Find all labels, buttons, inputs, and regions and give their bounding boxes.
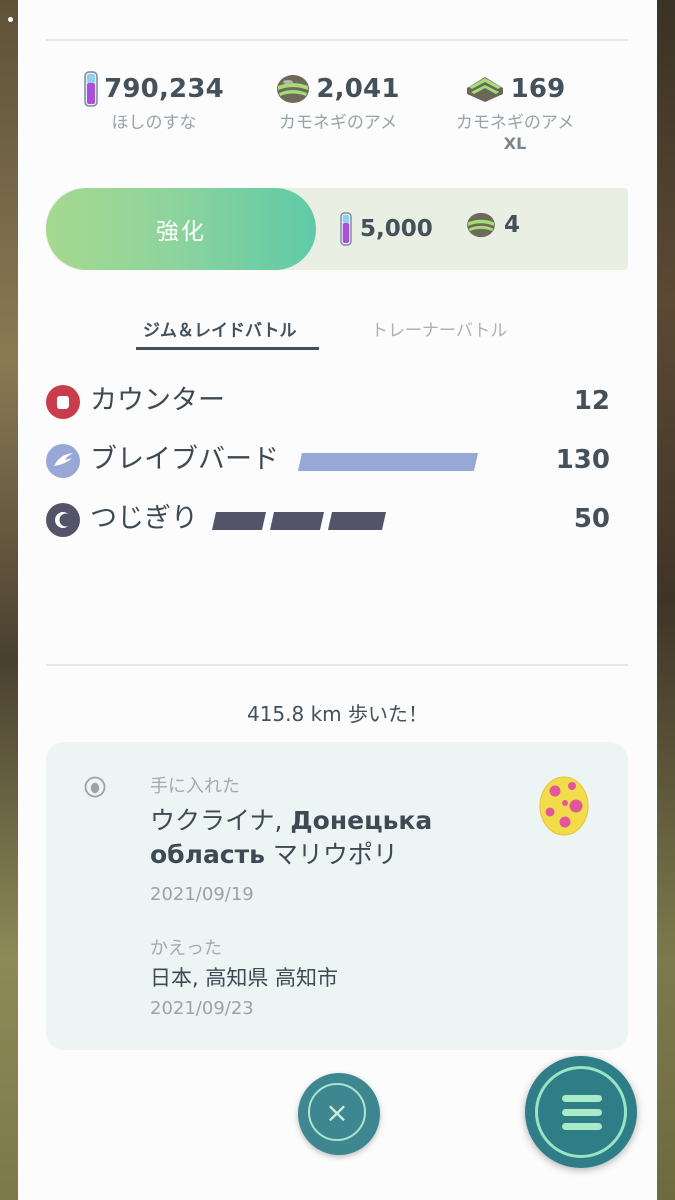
hatched-location: 日本, 高知県 高知市 (150, 966, 339, 990)
stardust-label: ほしのすな (111, 113, 197, 133)
menu-line (562, 1123, 602, 1130)
candy-xl-suffix: XL (503, 134, 527, 153)
move-name: つじぎり (90, 503, 198, 534)
stardust-icon (340, 212, 352, 246)
dark-type-icon (46, 503, 80, 537)
background-left (0, 0, 18, 1200)
candy-amount: 2,041 (316, 74, 400, 104)
candy-xl-amount: 169 (510, 74, 566, 104)
egg-location-icon (84, 776, 106, 798)
candy-xl-label: カモネギのアメ (455, 113, 575, 133)
move-name: カウンター (90, 385, 225, 416)
egg-icon (539, 776, 589, 836)
origin-info-box: 手に入れた ウクライナ, Донецька область マリウポリ 2021/… (46, 742, 628, 1050)
stardust-resource: 790,234 ほしのすな (84, 70, 224, 134)
caught-location: ウクライナ, Донецька область マリウポリ (150, 804, 470, 872)
fighting-type-icon (46, 385, 80, 419)
energy-bar-single (298, 453, 478, 471)
move-power: 12 (573, 386, 610, 416)
caught-location-part1: ウクライナ, (150, 806, 291, 835)
close-icon: × (308, 1083, 366, 1141)
candy-icon (277, 75, 310, 103)
candy-cost-value: 4 (504, 212, 521, 238)
power-up-bar: 強化 5,000 4 (46, 188, 628, 270)
candy-label: カモネギのアメ (278, 113, 398, 133)
close-button[interactable]: × (298, 1073, 380, 1155)
candy-xl-icon (466, 77, 503, 102)
candy-icon (467, 212, 495, 238)
candy-xl-resource: 169 カモネギのアメ XL (440, 70, 590, 154)
active-tab-underline (136, 347, 319, 350)
power-up-candy-cost: 4 (466, 212, 520, 238)
tab-trainer-battle[interactable]: トレーナーバトル (371, 316, 507, 341)
stardust-cost-value: 5,000 (360, 216, 433, 242)
caught-location-part4: マリウポリ (264, 840, 398, 869)
status-dot (8, 17, 13, 22)
menu-icon (535, 1066, 627, 1158)
hatched-date: 2021/09/23 (150, 998, 254, 1019)
buddy-distance-walked: 415.8 km 歩いた！ (246, 702, 429, 726)
divider (46, 39, 628, 41)
menu-button[interactable] (525, 1056, 637, 1168)
candy-resource: 2,041 カモネギのアメ (263, 70, 413, 134)
flying-type-icon (46, 444, 80, 478)
divider (46, 664, 628, 666)
charged-move-1[interactable]: ブレイブバード 130 (46, 440, 628, 480)
pokemon-detail-card: 790,234 ほしのすな 2,041 カモネギのアメ 169 カモネギのアメ … (18, 0, 657, 1200)
energy-bar-triple (212, 512, 386, 530)
caught-date: 2021/09/19 (150, 884, 254, 905)
charged-move-2[interactable]: つじぎり 50 (46, 499, 628, 539)
move-power: 50 (573, 504, 610, 534)
menu-line (562, 1109, 602, 1116)
move-name: ブレイブバード (90, 444, 279, 475)
hatched-label: かえった (150, 938, 222, 959)
fast-move[interactable]: カウンター 12 (46, 381, 628, 421)
background-right (657, 0, 675, 1200)
caught-location-part2: Донецька (290, 806, 433, 835)
stardust-amount: 790,234 (104, 74, 224, 104)
move-power: 130 (555, 445, 610, 475)
battle-tabs: ジム＆レイドバトル トレーナーバトル (18, 316, 657, 356)
caught-location-part3: область (150, 840, 265, 869)
stardust-icon (84, 71, 98, 107)
power-up-button[interactable]: 強化 (46, 188, 316, 270)
menu-line (562, 1095, 602, 1102)
power-up-stardust-cost: 5,000 (340, 212, 433, 246)
tab-gym-raid[interactable]: ジム＆レイドバトル (143, 316, 297, 341)
caught-label: 手に入れた (150, 776, 240, 797)
